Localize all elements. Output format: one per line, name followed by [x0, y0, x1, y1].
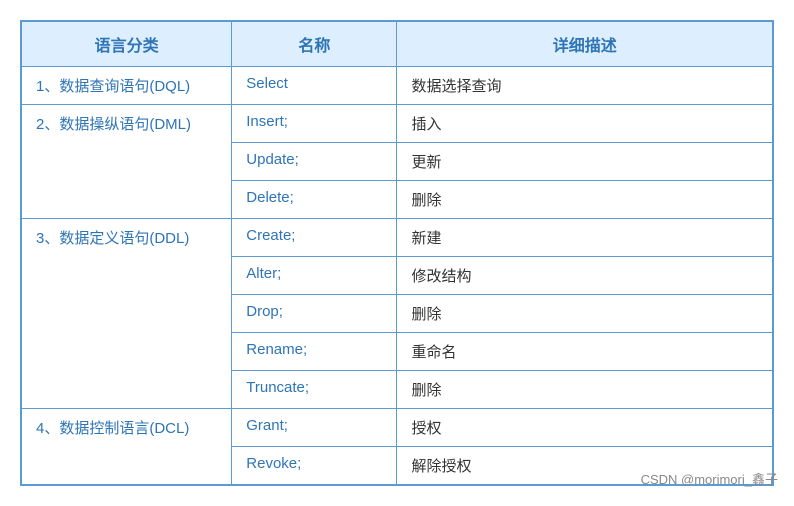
- header-detail: 详细描述: [397, 22, 773, 67]
- cell-name-1-1: Update;: [232, 143, 397, 181]
- cell-name-3-1: Revoke;: [232, 447, 397, 485]
- cell-name-2-0: Create;: [232, 219, 397, 257]
- cell-category-2: 3、数据定义语句(DDL): [22, 219, 232, 409]
- cell-name-1-2: Delete;: [232, 181, 397, 219]
- cell-name-0-0: Select: [232, 67, 397, 105]
- cell-detail-2-2: 删除: [397, 295, 773, 333]
- cell-name-3-0: Grant;: [232, 409, 397, 447]
- sql-categories-table: 语言分类 名称 详细描述 1、数据查询语句(DQL)Select数据选择查询2、…: [21, 21, 773, 485]
- cell-detail-1-2: 删除: [397, 181, 773, 219]
- table-row: 3、数据定义语句(DDL)Create;新建: [22, 219, 773, 257]
- cell-name-2-3: Rename;: [232, 333, 397, 371]
- cell-detail-1-0: 插入: [397, 105, 773, 143]
- cell-detail-3-0: 授权: [397, 409, 773, 447]
- table-row: 1、数据查询语句(DQL)Select数据选择查询: [22, 67, 773, 105]
- cell-detail-2-3: 重命名: [397, 333, 773, 371]
- header-category: 语言分类: [22, 22, 232, 67]
- cell-detail-2-4: 删除: [397, 371, 773, 409]
- table-row: 4、数据控制语言(DCL)Grant;授权: [22, 409, 773, 447]
- table-header-row: 语言分类 名称 详细描述: [22, 22, 773, 67]
- cell-name-2-2: Drop;: [232, 295, 397, 333]
- watermark: CSDN @morimori_鑫子: [641, 469, 778, 488]
- cell-detail-2-1: 修改结构: [397, 257, 773, 295]
- cell-name-1-0: Insert;: [232, 105, 397, 143]
- cell-detail-1-1: 更新: [397, 143, 773, 181]
- cell-category-0: 1、数据查询语句(DQL): [22, 67, 232, 105]
- header-name: 名称: [232, 22, 397, 67]
- cell-detail-0-0: 数据选择查询: [397, 67, 773, 105]
- main-table-wrapper: 语言分类 名称 详细描述 1、数据查询语句(DQL)Select数据选择查询2、…: [20, 20, 774, 486]
- table-row: 2、数据操纵语句(DML)Insert;插入: [22, 105, 773, 143]
- cell-category-3: 4、数据控制语言(DCL): [22, 409, 232, 485]
- cell-name-2-4: Truncate;: [232, 371, 397, 409]
- cell-category-1: 2、数据操纵语句(DML): [22, 105, 232, 219]
- cell-name-2-1: Alter;: [232, 257, 397, 295]
- cell-detail-2-0: 新建: [397, 219, 773, 257]
